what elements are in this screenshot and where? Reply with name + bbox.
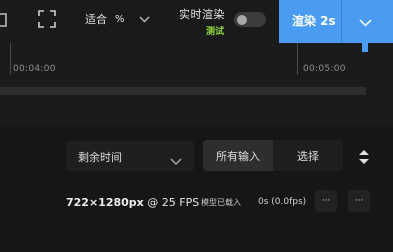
output-resolution: 722×1280px @ 25 FPS bbox=[66, 196, 199, 209]
playhead-marker[interactable] bbox=[362, 43, 368, 52]
fit-label: 适合 bbox=[85, 13, 107, 26]
timeline-tick bbox=[10, 43, 11, 75]
fullscreen-icon[interactable] bbox=[38, 10, 56, 28]
timeline[interactable]: 00:04:00 00:05:00 bbox=[0, 43, 393, 127]
render-button[interactable]: 渲染 2s bbox=[292, 12, 336, 29]
timeline-time-label: 00:04:00 bbox=[13, 64, 56, 74]
ellipsis-icon: ··· bbox=[321, 196, 331, 206]
chevron-down-icon bbox=[139, 16, 150, 23]
time-mode-select[interactable]: 剩余时间 bbox=[66, 141, 194, 171]
top-toolbar: 适合 % 实时渲染 测试 渲染 2s bbox=[0, 0, 393, 43]
panel-icon[interactable] bbox=[0, 10, 10, 30]
sort-icon[interactable] bbox=[358, 149, 370, 169]
realtime-render-label: 实时渲染 bbox=[179, 8, 225, 21]
segment-all-inputs[interactable]: 所有输入 bbox=[203, 140, 273, 171]
render-timing: 0s (0.0fps) bbox=[258, 197, 307, 207]
chevron-down-icon[interactable] bbox=[359, 12, 372, 31]
timeline-scrollbar[interactable] bbox=[0, 87, 366, 95]
model-status: 模型已载入 bbox=[201, 198, 241, 207]
select-value: 剩余时间 bbox=[78, 151, 122, 164]
resolution-value: 722×1280px bbox=[66, 196, 144, 209]
toggle-knob bbox=[237, 14, 247, 25]
realtime-beta-badge: 测试 bbox=[206, 27, 225, 37]
more-options-button[interactable]: ··· bbox=[348, 190, 370, 212]
input-filter-segmented: 所有输入 选择 bbox=[203, 140, 343, 171]
render-divider bbox=[341, 0, 342, 43]
ellipsis-icon: ··· bbox=[354, 196, 364, 206]
more-options-button[interactable]: ··· bbox=[315, 190, 337, 212]
fit-unit: % bbox=[115, 13, 125, 25]
fps-value: @ 25 FPS bbox=[147, 196, 200, 209]
realtime-render-toggle[interactable] bbox=[234, 12, 266, 27]
timeline-tick bbox=[297, 43, 298, 75]
render-button-group: 渲染 2s bbox=[279, 0, 393, 43]
fit-zoom-dropdown[interactable]: 适合 % bbox=[85, 11, 150, 27]
segment-select[interactable]: 选择 bbox=[273, 140, 343, 171]
timeline-time-label: 00:05:00 bbox=[303, 64, 346, 74]
chevron-down-icon bbox=[170, 151, 182, 170]
